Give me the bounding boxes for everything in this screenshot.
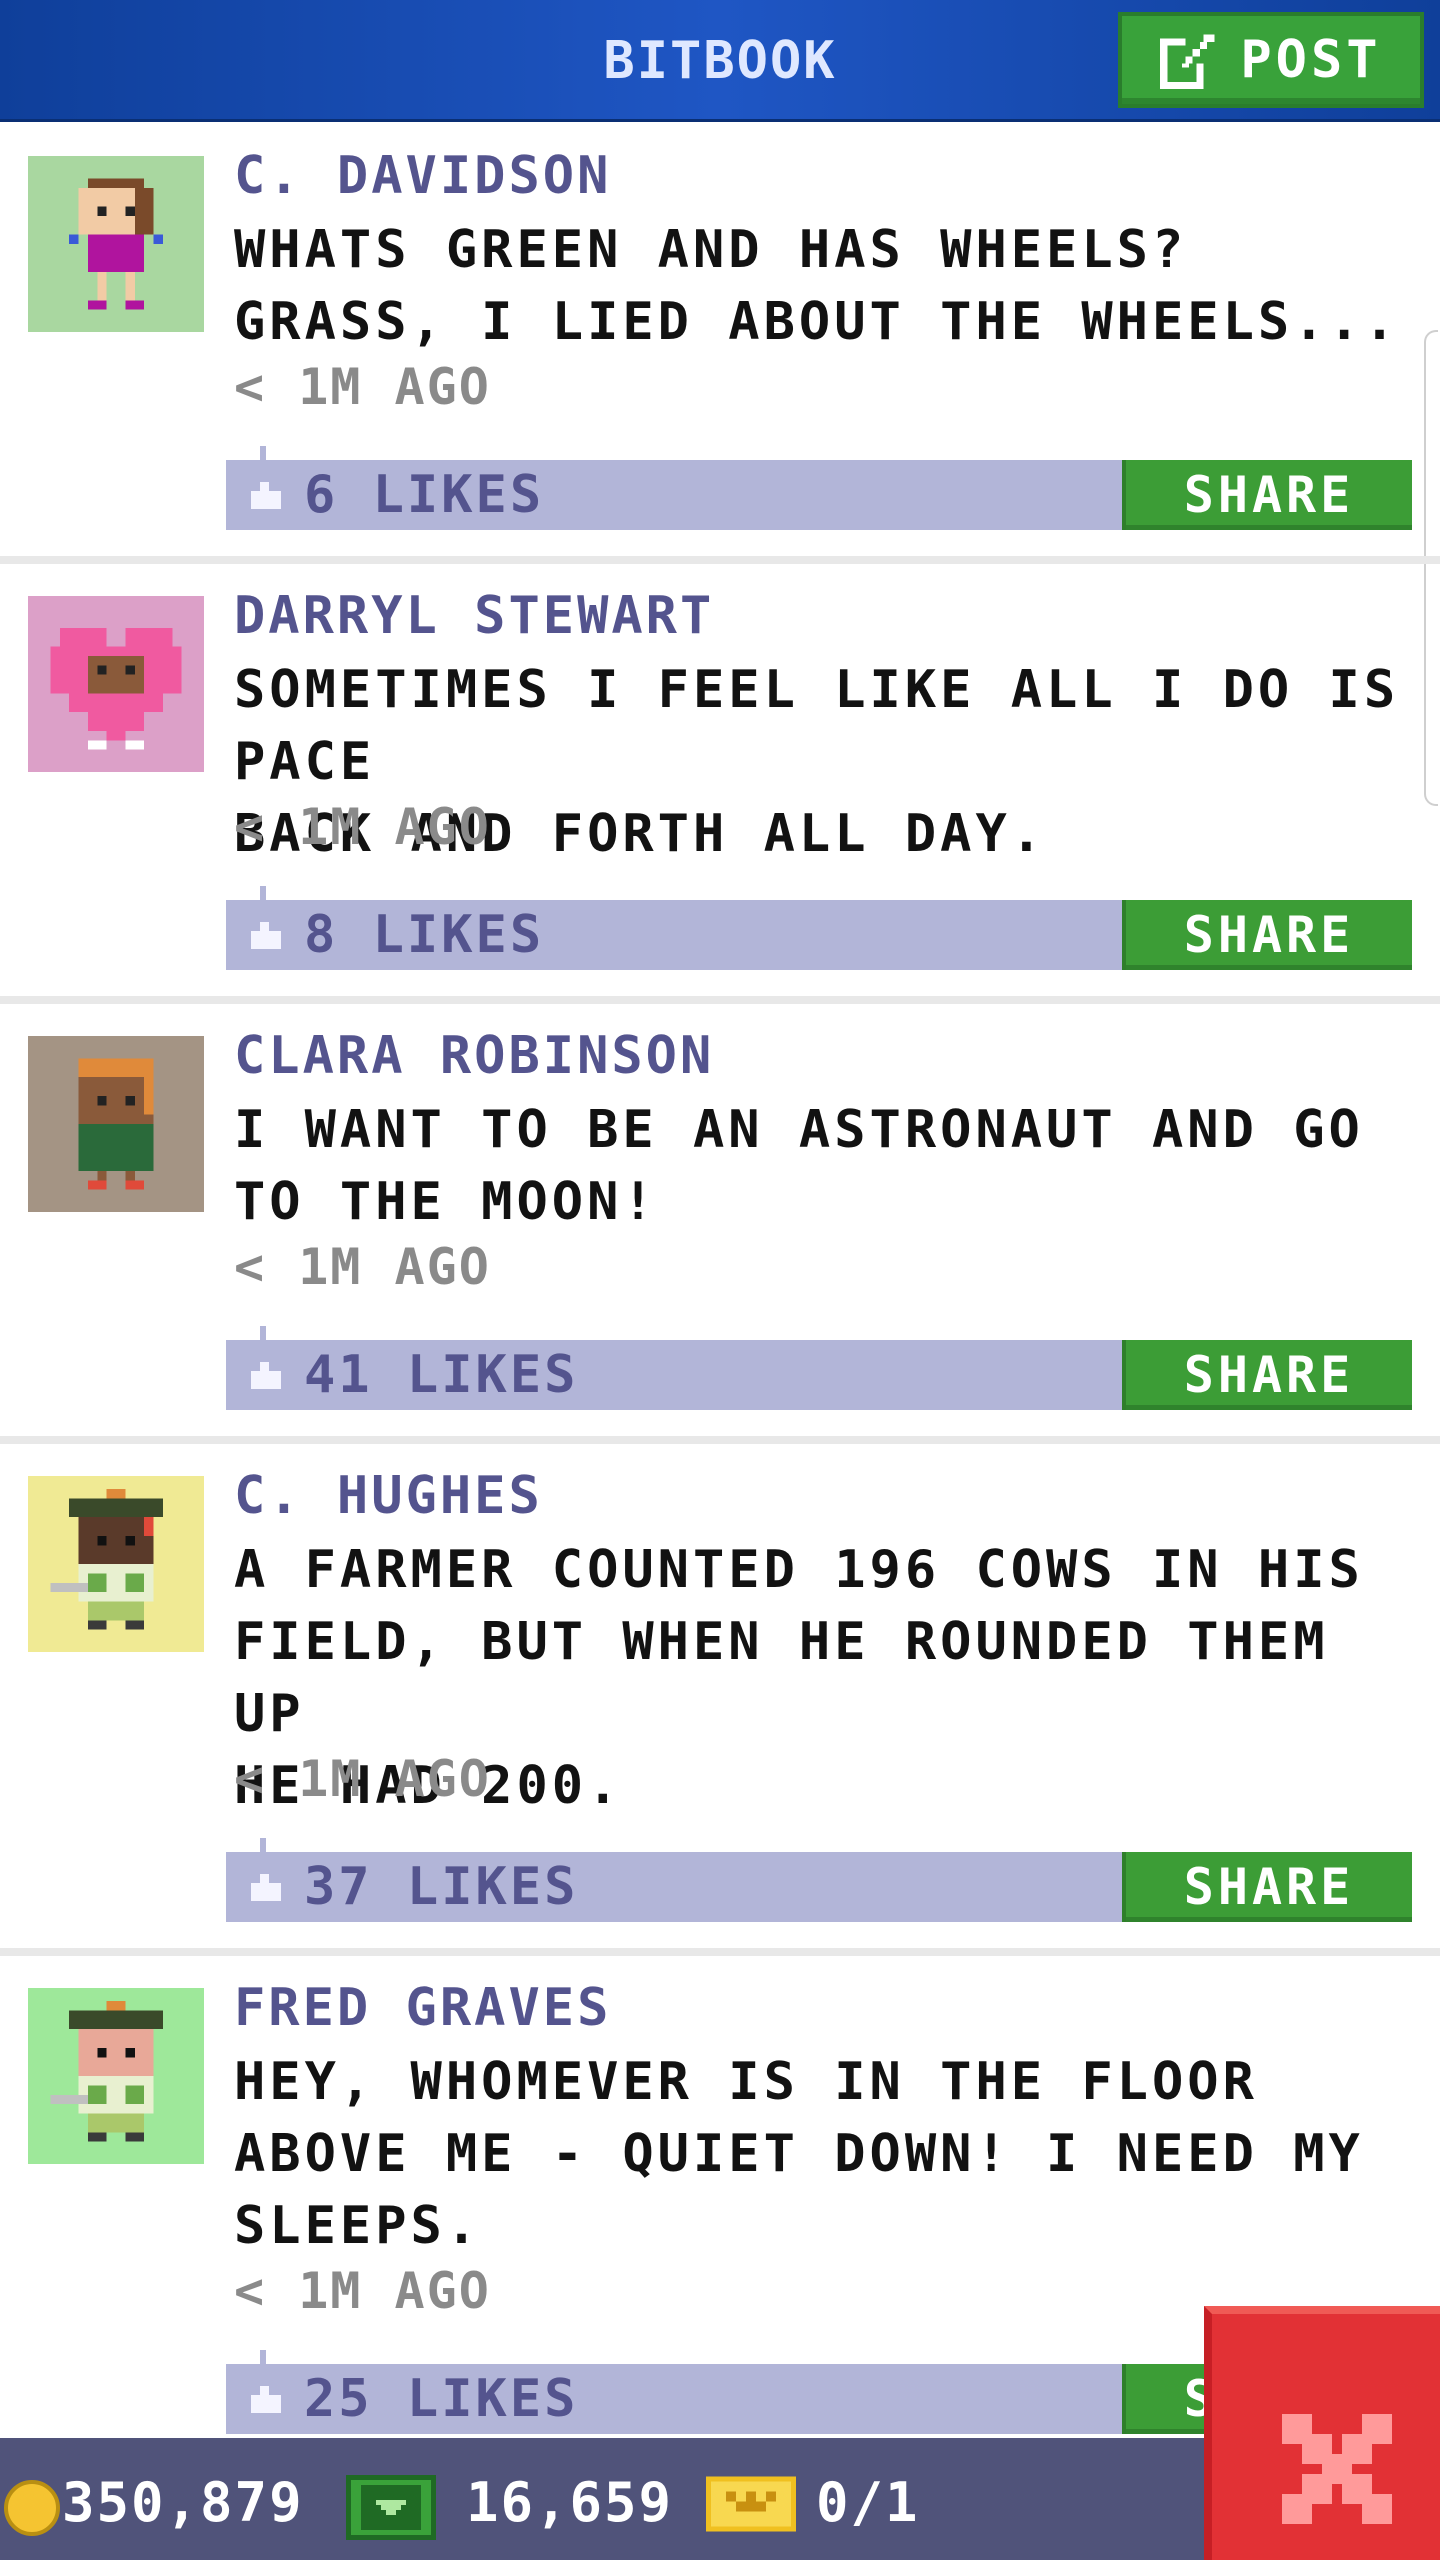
likes-bar: 41 LIKES SHARE bbox=[226, 1326, 1412, 1410]
avatar[interactable] bbox=[28, 1036, 204, 1212]
bux-icon bbox=[346, 2475, 436, 2540]
post-button-label: POST bbox=[1240, 30, 1382, 90]
post-time: < 1M AGO bbox=[234, 358, 491, 416]
thumbs-up-icon[interactable] bbox=[248, 922, 284, 952]
avatar-pink-shirt-girl-icon bbox=[69, 178, 163, 310]
thumbs-up-icon[interactable] bbox=[248, 1874, 284, 1904]
bux-count: 16,659 bbox=[466, 2471, 674, 2534]
coins-count: 350,879 bbox=[62, 2471, 304, 2534]
post-message: WHATS GREEN AND HAS WHEELS? GRASS, I LIE… bbox=[234, 220, 1400, 352]
likes-count: 6 LIKES bbox=[304, 465, 545, 525]
post-author[interactable]: C. HUGHES bbox=[234, 1466, 543, 1526]
thumbs-up-icon[interactable] bbox=[248, 1362, 284, 1392]
close-icon bbox=[1282, 2414, 1392, 2524]
avatar[interactable] bbox=[28, 156, 204, 332]
compose-icon bbox=[1160, 34, 1215, 89]
avatar-golfer-icon bbox=[50, 1489, 163, 1630]
post-author[interactable]: C. DAVIDSON bbox=[234, 146, 611, 206]
avatar-golfer-icon bbox=[50, 2001, 163, 2142]
post-button[interactable]: POST bbox=[1118, 12, 1424, 108]
likes-count: 25 LIKES bbox=[304, 2369, 579, 2429]
likes-bar: 37 LIKES SHARE bbox=[226, 1838, 1412, 1922]
likes-bar: 6 LIKES SHARE bbox=[226, 446, 1412, 530]
post-time: < 1M AGO bbox=[234, 798, 491, 856]
thumbs-up-icon[interactable] bbox=[248, 2386, 284, 2416]
post-divider bbox=[0, 1436, 1440, 1444]
post-time: < 1M AGO bbox=[234, 2262, 491, 2320]
top-bar: BITBOOK POST bbox=[0, 0, 1440, 122]
avatar-green-shirt-icon bbox=[78, 1058, 154, 1190]
close-button[interactable] bbox=[1204, 2306, 1440, 2560]
coin-icon bbox=[4, 2480, 60, 2536]
share-button[interactable]: SHARE bbox=[1122, 460, 1412, 530]
avatar-heart-costume-icon bbox=[50, 627, 182, 750]
post-divider bbox=[0, 996, 1440, 1004]
post-message: HEY, WHOMEVER IS IN THE FLOOR ABOVE ME -… bbox=[234, 2052, 1364, 2256]
likes-bar: 8 LIKES SHARE bbox=[226, 886, 1412, 970]
likes-count: 8 LIKES bbox=[304, 905, 545, 965]
share-button[interactable]: SHARE bbox=[1122, 1340, 1412, 1410]
vip-ticket-icon bbox=[706, 2476, 796, 2532]
share-button[interactable]: SHARE bbox=[1122, 1852, 1412, 1922]
vip-count: 0/1 bbox=[816, 2471, 920, 2534]
post-divider bbox=[0, 556, 1440, 564]
avatar[interactable] bbox=[28, 596, 204, 772]
post-divider bbox=[0, 1948, 1440, 1956]
share-button[interactable]: SHARE bbox=[1122, 900, 1412, 970]
post-time: < 1M AGO bbox=[234, 1750, 491, 1808]
likes-count: 41 LIKES bbox=[304, 1345, 579, 1405]
post-author[interactable]: FRED GRAVES bbox=[234, 1978, 611, 2038]
post-author[interactable]: DARRYL STEWART bbox=[234, 586, 714, 646]
likes-count: 37 LIKES bbox=[304, 1857, 579, 1917]
post-author[interactable]: CLARA ROBINSON bbox=[234, 1026, 714, 1086]
avatar[interactable] bbox=[28, 1476, 204, 1652]
post-time: < 1M AGO bbox=[234, 1238, 491, 1296]
thumbs-up-icon[interactable] bbox=[248, 482, 284, 512]
avatar[interactable] bbox=[28, 1988, 204, 2164]
post-message: I WANT TO BE AN ASTRONAUT AND GO TO THE … bbox=[234, 1100, 1364, 1232]
